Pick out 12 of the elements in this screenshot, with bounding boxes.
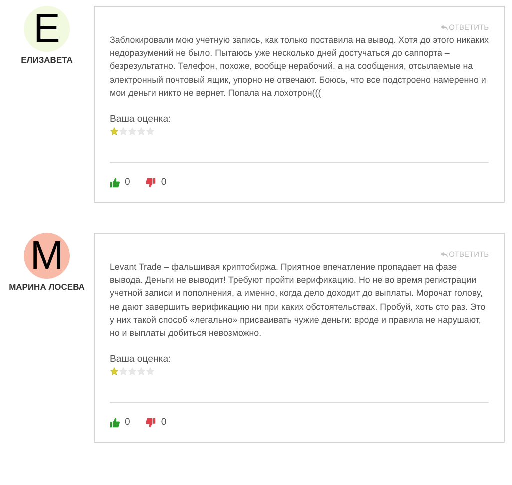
like-button[interactable]: 0 [110,177,130,188]
avatar: М [24,233,70,280]
avatar: Е [24,6,70,52]
review-text: Levant Trade – фальшивая криптобиржа. Приятное впечатление пропадает на фазе вывода. Деньги не выводит! Требуют пройти верификацию. Но не во время регистрации учетной записи и пополнения, а именно, когда дело доходит до выплаты. Морочат голову, не дают завершить верификацию ни при каких обстоятельствах. Пробуй, хоть сто раз. Это у них такой способ «легально» присваивать чужие деньги: вроде и правила не нарушают, но и выплаты добиться невозможно. [110,261,487,340]
review-text: Заблокировали мою учетную запись, как только поставила на вывод. Хотя до этого никаких недоразумений не было. Пытаюсь уже несколько дней достучаться до саппорта – безрезультатно. Телефон, похоже, вообще нерабочий, а на сообщения, отсылаемые на электронный почтовый ящик, упорно не отвечают. Боюсь, что все подстроено намеренно и мои деньги никто не вернет. Попала на лохотрон((( [110,34,489,100]
rating-label: Ваша оценка: [110,114,172,126]
rating-label: Ваша оценка: [110,354,172,366]
author-name: МАРИНА ЛОСЕВА [9,282,85,292]
dislike-button[interactable]: 0 [146,417,167,428]
like-button[interactable]: 0 [110,417,130,428]
author-name: ЕЛИЗАВЕТА [21,55,73,65]
dislike-button[interactable]: 0 [146,177,167,188]
